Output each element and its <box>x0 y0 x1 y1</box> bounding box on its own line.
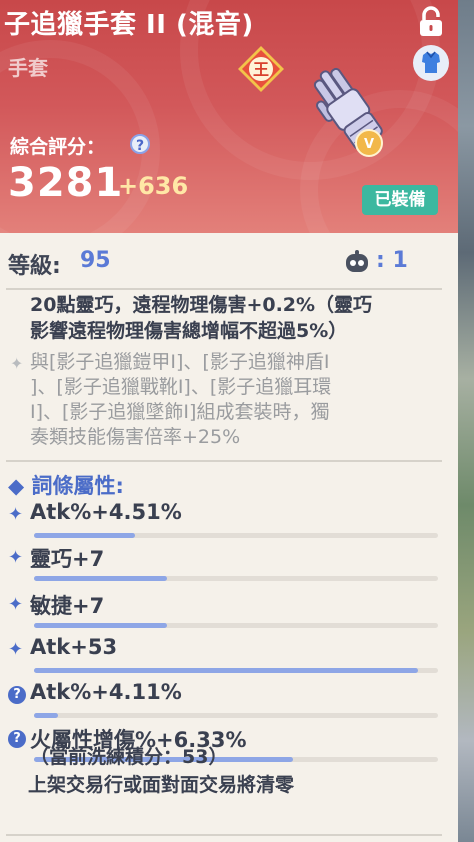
attribute-row: ✦ 靈巧+7 <box>0 543 458 589</box>
divider <box>6 834 442 836</box>
sparkle-icon: ✦ <box>8 547 24 568</box>
item-header: 子追獵手套 II (混音) 手套 王 V 綜合評分： ? 3281 +636 已… <box>0 0 458 233</box>
attribute-value: 靈巧+7 <box>30 547 105 571</box>
attribute-value: Atk%+4.11% <box>30 680 182 704</box>
set-bonus-line: 奏類技能傷害倍率+25% <box>30 426 241 448</box>
item-type: 手套 <box>8 56 48 80</box>
king-badge-icon: 王 <box>238 46 284 92</box>
sparkle-icon: ✦ <box>8 594 24 615</box>
gauntlet-icon <box>313 67 383 150</box>
level-row: 等級: 95 : 1 <box>0 240 458 286</box>
help-icon[interactable]: ? <box>130 134 150 154</box>
set-bonus-line: Ⅰ]、[影子追獵墜飾Ⅰ]組成套裝時，獨 <box>30 401 330 423</box>
attribute-bar <box>34 533 438 538</box>
attribute-bar <box>34 713 438 718</box>
question-icon: ? <box>8 686 26 704</box>
trade-notice: 上架交易行或面對面交易將清零 <box>28 774 295 796</box>
set-bonus-icon: ✦ <box>10 354 24 373</box>
attribute-row: ✦ Atk+53 <box>0 635 458 681</box>
gold-badge-icon: V <box>355 129 383 157</box>
attribute-bar <box>34 623 438 628</box>
effect-line: 20點靈巧，遠程物理傷害+0.2%（靈巧 <box>30 294 373 316</box>
sparkle-icon: ✦ <box>8 504 24 525</box>
svg-text:V: V <box>364 137 374 152</box>
armor-icon[interactable] <box>412 44 450 82</box>
item-title: 子追獵手套 II (混音) <box>4 10 254 40</box>
attribute-bar-fill <box>34 713 59 718</box>
attribute-bar-fill <box>34 533 135 538</box>
set-bonus-line: ]、[影子追獵戰靴Ⅰ]、[影子追獵耳環 <box>30 376 332 398</box>
item-detail-panel: 子追獵手套 II (混音) 手套 王 V 綜合評分： ? 3281 +636 已… <box>0 0 458 842</box>
score-label: 綜合評分： <box>10 136 106 158</box>
background-strip <box>458 0 474 842</box>
question-icon: ? <box>8 730 26 748</box>
equipped-badge: 已裝備 <box>362 185 438 215</box>
attribute-row: ✦ Atk%+4.51% <box>0 500 458 546</box>
level-value: 95 <box>80 248 111 273</box>
refine-count: : 1 <box>376 248 408 273</box>
set-bonus-text: 與[影子追獵鎧甲Ⅰ]、[影子追獵神盾Ⅰ ]、[影子追獵戰靴Ⅰ]、[影子追獵耳環 … <box>30 350 450 450</box>
effect-text: 20點靈巧，遠程物理傷害+0.2%（靈巧 影響遠程物理傷害總增幅不超過5%） <box>30 292 450 344</box>
score-value: 3281 <box>8 160 124 206</box>
attribute-value: Atk+53 <box>30 635 118 659</box>
refine-points: （當前洗練積分：53） <box>30 746 228 768</box>
attribute-bar <box>34 576 438 581</box>
divider <box>6 460 442 462</box>
attribute-value: 敏捷+7 <box>30 594 105 618</box>
lock-icon[interactable] <box>416 6 446 38</box>
effect-line: 影響遠程物理傷害總增幅不超過5%） <box>30 320 348 342</box>
score-delta: +636 <box>118 172 189 200</box>
attribute-bar-fill <box>34 623 168 628</box>
attribute-value: Atk%+4.51% <box>30 500 182 524</box>
attribute-bar <box>34 668 438 673</box>
attributes-title: ◆ 詞條屬性: <box>8 474 124 498</box>
divider <box>6 288 442 290</box>
set-bonus-line: 與[影子追獵鎧甲Ⅰ]、[影子追獵神盾Ⅰ <box>30 351 330 373</box>
attribute-row: ✦ 敏捷+7 <box>0 590 458 636</box>
attribute-bar-fill <box>34 668 418 673</box>
attribute-bar-fill <box>34 576 168 581</box>
attribute-row: ? Atk%+4.11% <box>0 680 458 726</box>
level-label: 等級: <box>8 254 61 279</box>
sparkle-icon: ✦ <box>8 639 24 660</box>
svg-text:王: 王 <box>253 60 269 79</box>
robot-icon <box>346 250 368 272</box>
